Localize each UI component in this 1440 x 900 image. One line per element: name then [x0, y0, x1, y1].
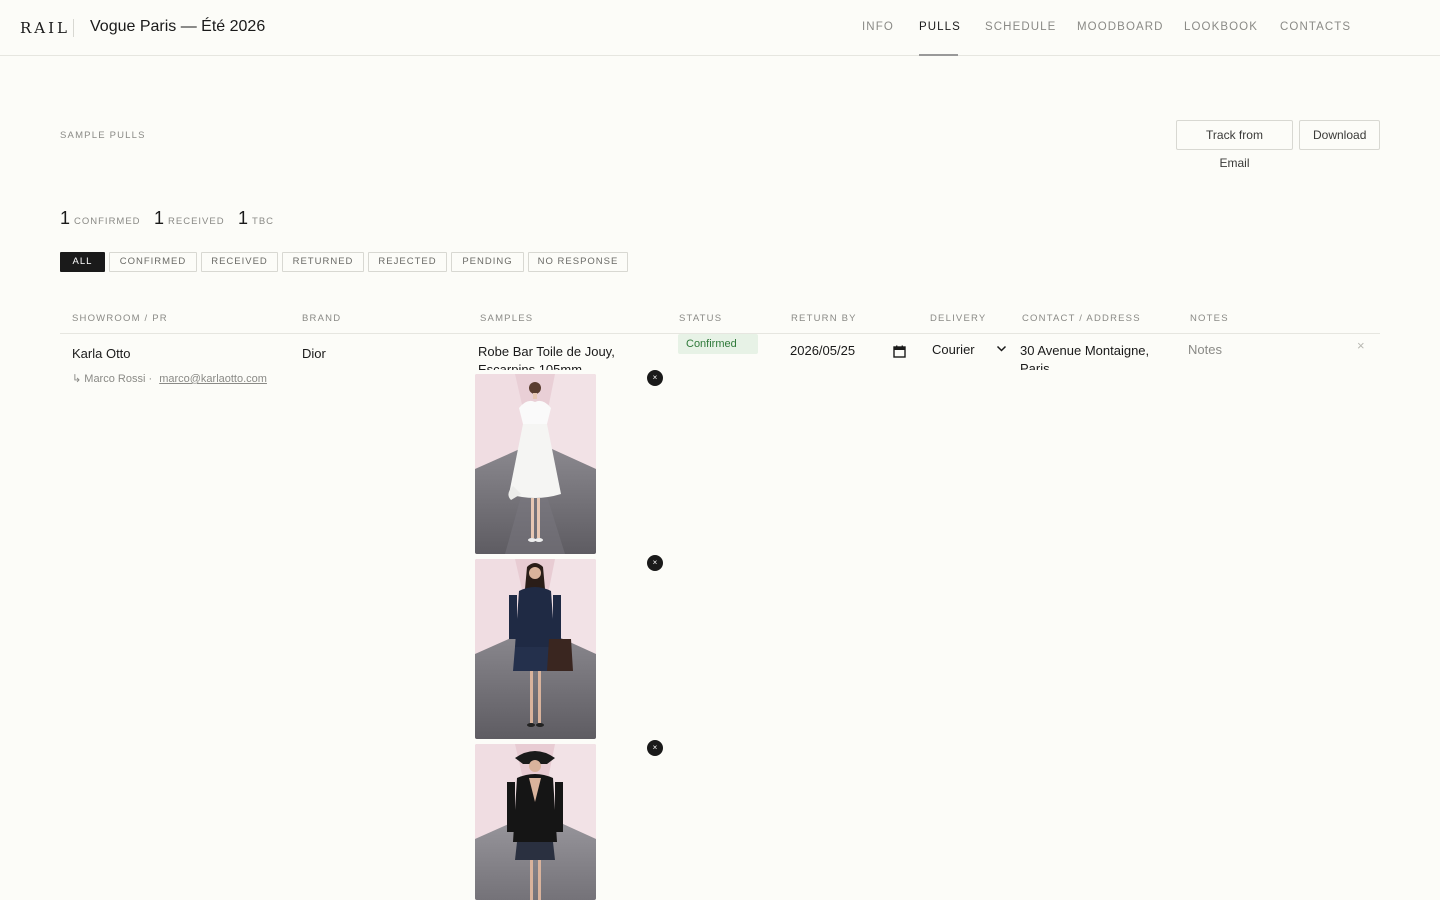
stat-label: TBC: [252, 216, 275, 227]
filter-no-response[interactable]: NO RESPONSE: [528, 252, 628, 272]
brand-name[interactable]: Dior: [302, 346, 326, 361]
column-header-status[interactable]: STATUS: [679, 313, 722, 324]
download-button[interactable]: Download: [1299, 120, 1380, 150]
delivery-select[interactable]: Courier: [932, 342, 975, 357]
sample-photo[interactable]: [475, 374, 596, 554]
stat-tbc: 1 TBC: [238, 208, 274, 229]
delete-row-icon[interactable]: ×: [1357, 338, 1365, 353]
stat-count: 1: [154, 208, 165, 228]
column-header-samples[interactable]: SAMPLES: [480, 313, 533, 324]
nav-tab-schedule[interactable]: SCHEDULE: [985, 21, 1056, 33]
status-badge[interactable]: Confirmed: [678, 334, 758, 354]
remove-photo-icon[interactable]: ×: [647, 370, 663, 386]
main-nav: INFO PULLS SCHEDULE MOODBOARD LOOKBOOK C…: [0, 0, 1440, 56]
sample-photo[interactable]: [475, 744, 596, 900]
nav-tab-info[interactable]: INFO: [862, 21, 894, 33]
nav-tab-lookbook[interactable]: LOOKBOOK: [1184, 21, 1258, 33]
contact-email-link[interactable]: marco@karlaotto.com: [159, 373, 267, 385]
remove-photo-icon[interactable]: ×: [647, 555, 663, 571]
filter-pending[interactable]: PENDING: [451, 252, 524, 272]
notes-field[interactable]: Notes: [1188, 342, 1222, 357]
stat-received: 1 RECEIVED: [154, 208, 225, 229]
reply-arrow-icon: ↳: [72, 373, 82, 385]
calendar-icon[interactable]: [893, 345, 906, 358]
pr-contact: ↳ Marco Rossi · marco@karlaotto.com: [72, 372, 267, 385]
address-field[interactable]: 30 Avenue Montaigne, Paris: [1020, 342, 1170, 370]
sample-photo[interactable]: [475, 559, 596, 739]
filter-returned[interactable]: RETURNED: [282, 252, 364, 272]
runway-look-white-dress: [475, 374, 596, 554]
filter-received[interactable]: RECEIVED: [201, 252, 278, 272]
track-from-email-button[interactable]: Track from Email: [1176, 120, 1293, 170]
remove-photo-icon[interactable]: ×: [647, 740, 663, 756]
column-header-return-by[interactable]: RETURN BY: [791, 313, 857, 324]
stat-count: 1: [60, 208, 71, 228]
filter-confirmed[interactable]: CONFIRMED: [109, 252, 197, 272]
filter-all[interactable]: ALL: [60, 252, 105, 272]
nav-tab-pulls[interactable]: PULLS: [919, 21, 961, 33]
section-title: SAMPLE PULLS: [60, 130, 146, 141]
runway-look-denim-jacket: [475, 559, 596, 739]
contact-name: Marco Rossi ·: [84, 373, 153, 385]
nav-tab-contacts[interactable]: CONTACTS: [1280, 21, 1351, 33]
column-header-brand[interactable]: BRAND: [302, 313, 341, 324]
column-header-delivery[interactable]: DELIVERY: [930, 313, 986, 324]
column-header-notes[interactable]: NOTES: [1190, 313, 1229, 324]
stat-label: CONFIRMED: [74, 216, 141, 227]
stat-count: 1: [238, 208, 249, 228]
stat-confirmed: 1 CONFIRMED: [60, 208, 141, 229]
showroom-name[interactable]: Karla Otto: [72, 346, 131, 361]
filter-rejected[interactable]: REJECTED: [368, 252, 447, 272]
chevron-down-icon[interactable]: [996, 345, 1007, 353]
samples-field[interactable]: Robe Bar Toile de Jouy, Escarpins 105mm: [478, 343, 648, 370]
column-header-contact[interactable]: CONTACT / ADDRESS: [1022, 313, 1141, 324]
return-date-input[interactable]: 2026/05/25: [790, 343, 910, 361]
active-tab-indicator: [919, 54, 958, 56]
top-bar: RAIL Vogue Paris — Été 2026 INFO PULLS S…: [0, 0, 1440, 56]
runway-look-black-blazer-hat: [475, 744, 596, 900]
column-header-showroom[interactable]: SHOWROOM / PR: [72, 313, 168, 324]
nav-tab-moodboard[interactable]: MOODBOARD: [1077, 21, 1164, 33]
stat-label: RECEIVED: [168, 216, 225, 227]
